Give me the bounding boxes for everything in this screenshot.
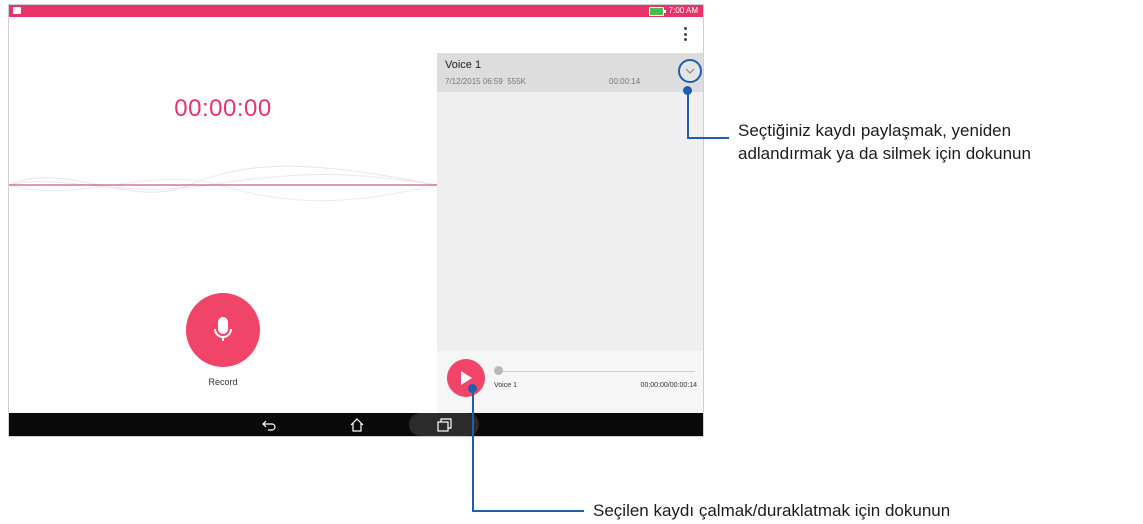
list-item[interactable]: Voice 1 7/12/2015 06:59 555K 00:00:14 — [437, 53, 703, 92]
record-button[interactable] — [186, 293, 260, 367]
status-bar: 7:00 AM — [9, 5, 703, 17]
recording-name: Voice 1 — [445, 59, 482, 71]
notification-icon — [13, 7, 21, 14]
seek-track[interactable] — [497, 371, 695, 372]
callout-line — [687, 90, 689, 138]
recordings-list: Voice 1 7/12/2015 06:59 555K 00:00:14 — [437, 53, 703, 351]
player-track-name: Voice 1 — [494, 382, 517, 389]
more-options-icon[interactable] — [683, 27, 687, 41]
recording-meta: 7/12/2015 06:59 555K — [445, 77, 526, 86]
recording-duration: 00:00:14 — [609, 77, 641, 86]
status-time: 7:00 AM — [668, 6, 698, 15]
player-time: 00:00:00/00:00:14 — [640, 382, 697, 389]
callout-line — [472, 388, 474, 512]
callout-share-rename-delete: Seçtiğiniz kaydı paylaşmak, yeniden adla… — [738, 121, 1031, 163]
callout-line — [687, 137, 729, 139]
player-bar: Voice 1 00:00:00/00:00:14 — [437, 351, 703, 415]
navigation-bar — [9, 413, 703, 436]
recording-timer: 00:00:00 — [174, 95, 272, 122]
seek-thumb[interactable] — [494, 366, 503, 375]
play-button[interactable] — [447, 359, 485, 397]
recent-apps-icon[interactable] — [430, 416, 458, 433]
expand-options-button[interactable] — [678, 59, 702, 83]
microphone-icon — [214, 317, 232, 341]
callout-play-pause: Seçilen kaydı çalmak/duraklatmak için do… — [593, 501, 951, 520]
chevron-down-icon — [685, 68, 695, 74]
record-label: Record — [208, 377, 238, 387]
back-icon[interactable] — [255, 416, 283, 433]
waveform — [9, 165, 437, 202]
tablet-screen: 7:00 AM 00:00:00 Record Voice 1 7/12/201… — [8, 4, 704, 437]
callout-line — [472, 510, 584, 512]
battery-charging-icon — [648, 6, 666, 16]
home-icon[interactable] — [343, 416, 371, 433]
